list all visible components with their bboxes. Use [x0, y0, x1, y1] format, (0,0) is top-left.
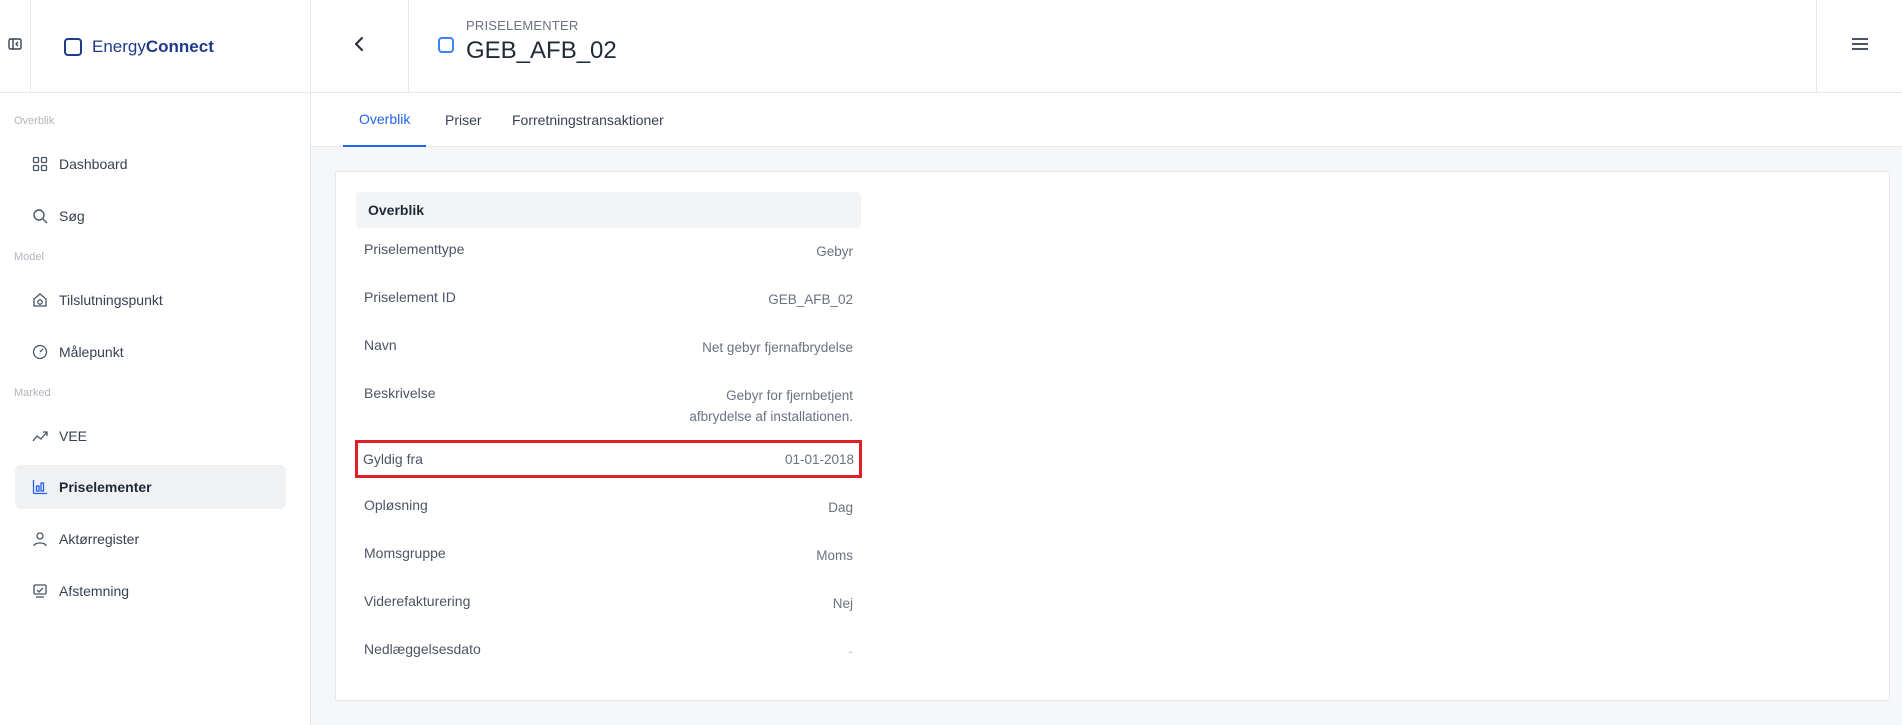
sidebar-item-label: Søg	[59, 208, 85, 224]
field-label: Viderefakturering	[364, 593, 471, 609]
field-row-oplosning: Opløsning Dag	[356, 497, 861, 518]
top-bar: EnergyConnect PRISELEMENTER GEB_AFB_02	[0, 0, 1902, 93]
field-row-priselement-id: Priselement ID GEB_AFB_02	[356, 289, 861, 310]
field-label: Beskrivelse	[364, 385, 436, 401]
page-title: GEB_AFB_02	[466, 37, 617, 64]
overview-card: Overblik Priselementtype Gebyr Priseleme…	[335, 171, 1890, 701]
sidebar-item-dashboard[interactable]: Dashboard	[15, 142, 286, 186]
field-value: Nej	[832, 596, 853, 611]
brand-logo-area[interactable]: EnergyConnect	[31, 0, 311, 93]
sidebar-collapse-icon	[8, 37, 22, 56]
field-value: -	[848, 644, 854, 659]
sidebar-item-priselementer[interactable]: Priselementer	[15, 465, 286, 509]
trend-icon	[31, 427, 49, 445]
sidebar-item-label: Priselementer	[59, 479, 152, 495]
sidebar-item-aktorregister[interactable]: Aktørregister	[15, 517, 286, 561]
field-value-line: afbrydelse af installationen.	[689, 409, 853, 424]
sidebar-item-label: Aktørregister	[59, 531, 140, 547]
field-value: Moms	[816, 548, 853, 563]
field-row-gyldig-fra: Gyldig fra 01-01-2018	[355, 440, 862, 478]
hamburger-icon	[1851, 37, 1869, 56]
field-row-nedlaeggelsesdato: Nedlæggelsesdato -	[356, 641, 861, 662]
sidebar-item-label: Tilslutningspunkt	[59, 292, 163, 308]
field-label: Priselement ID	[364, 289, 456, 305]
field-row-beskrivelse: Beskrivelse Gebyr for fjernbetjent afbry…	[356, 385, 861, 427]
field-label: Navn	[364, 337, 397, 353]
price-chart-icon	[31, 478, 49, 496]
sidebar-item-search[interactable]: Søg	[15, 194, 286, 238]
sidebar-item-label: Afstemning	[59, 583, 130, 599]
tab-priser[interactable]: Priser	[445, 93, 482, 147]
sidebar-toggle-button[interactable]	[0, 0, 31, 93]
field-value-line: Gebyr for fjernbetjent	[726, 388, 853, 403]
sidebar-item-malepunkt[interactable]: Målepunkt	[15, 330, 286, 374]
price-element-icon	[438, 37, 454, 53]
page-kicker: PRISELEMENTER	[466, 18, 579, 33]
sidebar-item-label: Dashboard	[59, 156, 128, 172]
tab-overblik[interactable]: Overblik	[343, 93, 427, 147]
field-row-priselementtype: Priselementtype Gebyr	[356, 241, 861, 262]
chevron-left-icon	[353, 36, 367, 57]
back-button[interactable]	[311, 0, 409, 93]
field-value: Net gebyr fjernafbrydelse	[702, 340, 853, 355]
search-icon	[31, 207, 49, 225]
field-label: Opløsning	[364, 497, 428, 513]
brand-logo-icon	[64, 37, 82, 56]
sidebar-section-marked: Marked	[14, 387, 51, 399]
user-icon	[31, 530, 49, 548]
main-content: Overblik Priser Forretningstransaktioner…	[311, 93, 1902, 725]
card-title: Overblik	[356, 192, 861, 228]
page-title-block: PRISELEMENTER GEB_AFB_02	[438, 18, 617, 65]
field-row-momsgruppe: Momsgruppe Moms	[356, 545, 861, 566]
sidebar-item-afstemning[interactable]: Afstemning	[15, 569, 286, 613]
field-label: Nedlæggelsesdato	[364, 641, 481, 657]
field-label: Priselementtype	[364, 241, 465, 257]
field-value-multiline: Gebyr for fjernbetjent afbrydelse af ins…	[689, 385, 853, 427]
sidebar: Overblik Dashboard Søg Model Tilslutning…	[0, 93, 311, 725]
field-value: GEB_AFB_02	[768, 292, 853, 307]
grid-icon	[31, 155, 49, 173]
field-label: Gyldig fra	[363, 451, 423, 467]
field-row-navn: Navn Net gebyr fjernafbrydelse	[356, 337, 861, 358]
field-row-viderefakturering: Viderefakturering Nej	[356, 593, 861, 614]
house-plug-icon	[31, 291, 49, 309]
field-label: Momsgruppe	[364, 545, 446, 561]
check-monitor-icon	[31, 582, 49, 600]
sidebar-item-label: Målepunkt	[59, 344, 124, 360]
sidebar-item-label: VEE	[59, 428, 88, 444]
field-value: Gebyr	[816, 244, 853, 259]
brand-name: EnergyConnect	[92, 36, 214, 56]
sidebar-section-overblik: Overblik	[14, 115, 55, 127]
tab-forretningstransaktioner[interactable]: Forretningstransaktioner	[512, 93, 664, 147]
sidebar-section-model: Model	[14, 251, 44, 263]
tab-bar: Overblik Priser Forretningstransaktioner	[311, 93, 1902, 147]
sidebar-item-vee[interactable]: VEE	[15, 414, 286, 458]
sidebar-item-tilslutningspunkt[interactable]: Tilslutningspunkt	[15, 278, 286, 322]
field-value: 01-01-2018	[784, 451, 854, 467]
gauge-icon	[31, 343, 49, 361]
field-value: Dag	[828, 500, 853, 515]
menu-button[interactable]	[1816, 0, 1902, 93]
